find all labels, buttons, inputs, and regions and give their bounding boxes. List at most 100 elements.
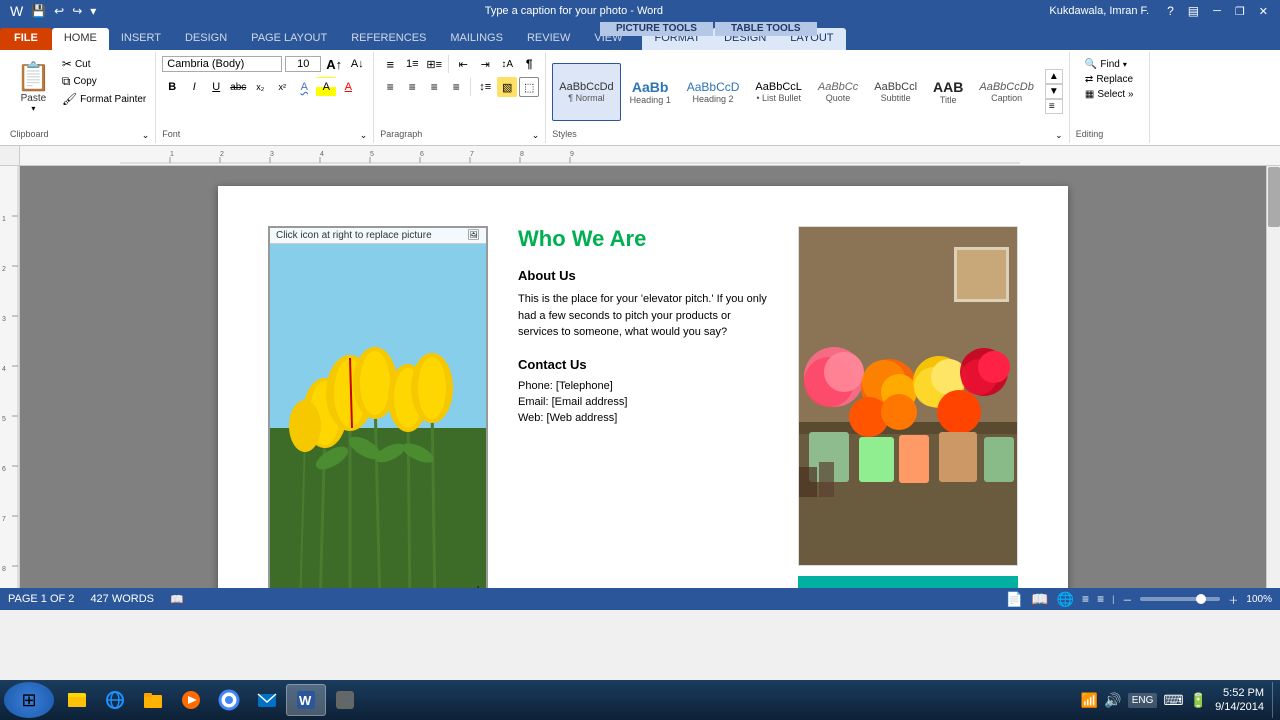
style-more-button[interactable]: ≡: [1045, 99, 1063, 114]
company-box[interactable]: [COMPANY NAME]: [798, 576, 1018, 588]
font-name-select[interactable]: [162, 56, 282, 72]
strikethrough-button[interactable]: abc: [228, 77, 248, 97]
view-web-icon[interactable]: 🌐: [1057, 591, 1074, 608]
contact-title[interactable]: Contact Us: [518, 357, 768, 372]
increase-indent-button[interactable]: ⇥: [475, 54, 495, 74]
doc-heading[interactable]: Who We Are: [518, 226, 768, 252]
highlight-button[interactable]: A: [316, 77, 336, 97]
show-formatting-button[interactable]: ¶: [519, 54, 539, 74]
shading-button[interactable]: ▧: [497, 77, 517, 97]
paste-dropdown-icon[interactable]: ▾: [31, 104, 35, 113]
style-quote[interactable]: AaBbCc Quote: [811, 63, 865, 121]
multilevel-button[interactable]: ⊞≡: [424, 54, 444, 74]
clipboard-expand-icon[interactable]: ⌄: [142, 130, 150, 141]
taskbar-word[interactable]: W: [286, 684, 326, 716]
subscript-button[interactable]: x₂: [250, 77, 270, 97]
system-clock[interactable]: 5:52 PM 9/14/2014: [1215, 686, 1264, 715]
about-us-title[interactable]: About Us: [518, 268, 768, 283]
underline-button[interactable]: U: [206, 77, 226, 97]
zoom-in-button[interactable]: ＋: [1228, 592, 1238, 607]
taskbar-explorer[interactable]: [58, 684, 96, 716]
view-draft-icon[interactable]: ≡: [1097, 592, 1104, 606]
contact-phone[interactable]: Phone: [Telephone]: [518, 380, 768, 392]
tab-design[interactable]: DESIGN: [173, 28, 239, 50]
network-icon[interactable]: 📶: [1081, 692, 1098, 709]
help-button[interactable]: ?: [1163, 3, 1178, 19]
word-icon[interactable]: W: [8, 2, 25, 20]
photo-replace-icon[interactable]: 🖼: [467, 230, 480, 241]
minimize-button[interactable]: ─: [1209, 4, 1225, 18]
undo-button[interactable]: ↩: [52, 3, 66, 19]
start-button[interactable]: ⊞: [4, 682, 54, 718]
style-normal[interactable]: AaBbCcDd ¶ Normal: [552, 63, 620, 121]
replace-button[interactable]: ⇄ Replace: [1082, 73, 1137, 86]
style-scroll-up[interactable]: ▲: [1045, 69, 1063, 84]
save-button[interactable]: 💾: [29, 3, 48, 19]
tab-review[interactable]: REVIEW: [515, 28, 582, 50]
close-button[interactable]: ✕: [1255, 4, 1272, 19]
restore-button[interactable]: ❐: [1231, 4, 1249, 19]
tab-home[interactable]: HOME: [52, 28, 109, 50]
ribbon-toggle[interactable]: ▤: [1184, 3, 1203, 19]
spelling-icon[interactable]: 📖: [170, 593, 184, 606]
style-heading2[interactable]: AaBbCcD Heading 2: [680, 63, 747, 121]
photo-placeholder[interactable]: Click icon at right to replace picture 🖼: [268, 226, 488, 588]
vertical-scrollbar[interactable]: [1266, 166, 1280, 588]
tab-references[interactable]: REFERENCES: [339, 28, 438, 50]
italic-button[interactable]: I: [184, 77, 204, 97]
input-icon[interactable]: ENG: [1128, 693, 1158, 708]
taskbar-app8[interactable]: 🎵: [326, 684, 364, 716]
picture-tools-label[interactable]: PICTURE TOOLS: [600, 22, 713, 36]
font-color-button[interactable]: A: [338, 77, 358, 97]
zoom-thumb[interactable]: [1196, 594, 1206, 604]
contact-web[interactable]: Web: [Web address]: [518, 412, 768, 424]
bold-button[interactable]: B: [162, 77, 182, 97]
zoom-level[interactable]: 100%: [1246, 594, 1272, 605]
zoom-out-button[interactable]: －: [1122, 592, 1132, 607]
zoom-slider[interactable]: [1140, 597, 1220, 601]
text-effects-button[interactable]: A: [294, 77, 314, 97]
bullets-button[interactable]: ≡: [380, 54, 400, 74]
view-print-icon[interactable]: 📄: [1006, 591, 1023, 608]
view-read-icon[interactable]: 📖: [1031, 591, 1048, 608]
table-tools-label[interactable]: TABLE TOOLS: [715, 22, 817, 36]
show-desktop-button[interactable]: [1272, 682, 1276, 718]
borders-button[interactable]: ⬚: [519, 77, 539, 97]
decrease-font-button[interactable]: A↓: [347, 54, 367, 74]
justify-button[interactable]: ≡: [446, 77, 466, 97]
select-button[interactable]: ▦ Select »: [1082, 88, 1137, 101]
cut-button[interactable]: ✂ Cut: [59, 56, 149, 72]
decrease-indent-button[interactable]: ⇤: [453, 54, 473, 74]
taskbar-files[interactable]: [134, 684, 172, 716]
tab-mailings[interactable]: MAILINGS: [438, 28, 515, 50]
paste-button[interactable]: 📋 Paste ▾: [10, 56, 57, 117]
power-icon[interactable]: 🔋: [1190, 692, 1207, 709]
align-center-button[interactable]: ≡: [402, 77, 422, 97]
align-left-button[interactable]: ≡: [380, 77, 400, 97]
style-subtitle[interactable]: AaBbCcl Subtitle: [867, 63, 924, 121]
sort-button[interactable]: ↕A: [497, 54, 517, 74]
tab-insert[interactable]: INSERT: [109, 28, 173, 50]
tab-file[interactable]: FILE: [0, 28, 52, 50]
scroll-thumb[interactable]: [1268, 167, 1280, 227]
style-title[interactable]: AAB Title: [926, 63, 970, 121]
styles-expand-icon[interactable]: ⌄: [1055, 130, 1063, 141]
superscript-button[interactable]: x²: [272, 77, 292, 97]
taskbar-media[interactable]: [172, 684, 210, 716]
redo-button[interactable]: ↪: [70, 3, 84, 19]
volume-icon[interactable]: 🔊: [1104, 692, 1121, 709]
taskbar-outlook[interactable]: [248, 684, 286, 716]
view-outline-icon[interactable]: ≡: [1082, 592, 1089, 606]
increase-font-button[interactable]: A↑: [324, 54, 344, 74]
font-expand-icon[interactable]: ⌄: [360, 130, 368, 141]
document-container[interactable]: Click icon at right to replace picture 🖼: [20, 166, 1266, 588]
contact-email[interactable]: Email: [Email address]: [518, 396, 768, 408]
keyboard-icon[interactable]: ⌨: [1163, 692, 1183, 709]
style-heading1[interactable]: AaBb Heading 1: [623, 63, 678, 121]
find-dropdown[interactable]: ▾: [1123, 60, 1127, 69]
find-button[interactable]: 🔍 Find ▾: [1082, 58, 1137, 71]
paragraph-expand-icon[interactable]: ⌄: [532, 130, 540, 141]
format-painter-button[interactable]: 🖌 Format Painter: [59, 91, 149, 107]
style-caption[interactable]: AaBbCcDb Caption: [972, 63, 1040, 121]
style-list-bullet[interactable]: AaBbCcL • List Bullet: [748, 63, 808, 121]
